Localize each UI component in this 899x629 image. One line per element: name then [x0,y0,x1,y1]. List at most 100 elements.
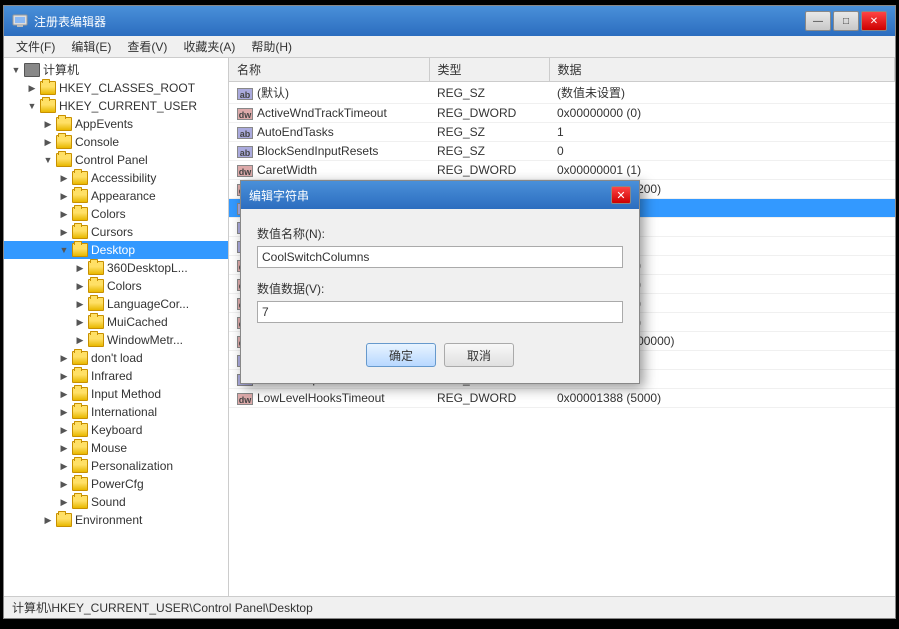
table-row[interactable]: dwCaretWidth REG_DWORD 0x00000001 (1) [229,161,895,180]
tree-item-dontload[interactable]: ▶ don't load [4,349,228,367]
menu-bar: 文件(F) 编辑(E) 查看(V) 收藏夹(A) 帮助(H) [4,36,895,58]
dialog-data-label: 数值数据(V): [257,280,623,297]
tree-label-dontload: don't load [91,351,143,365]
tree-label-mouse: Mouse [91,441,127,455]
tree-item-powercfg[interactable]: ▶ PowerCfg [4,475,228,493]
table-row[interactable]: abAutoEndTasks REG_SZ 1 [229,123,895,142]
folder-icon-colors2 [88,279,104,293]
table-row[interactable]: abBlockSendInputResets REG_SZ 0 [229,142,895,161]
tree-item-inputmethod[interactable]: ▶ Input Method [4,385,228,403]
tree-item-hkcu[interactable]: ▼ HKEY_CURRENT_USER [4,97,228,115]
folder-icon-dontload [72,351,88,365]
tree-toggle-windowmetr[interactable]: ▶ [72,332,88,348]
folder-icon-powercfg [72,477,88,491]
folder-icon-appevents [56,117,72,131]
table-row[interactable]: ab(默认) REG_SZ (数值未设置) [229,82,895,104]
tree-toggle-powercfg[interactable]: ▶ [56,476,72,492]
dialog-close-button[interactable]: ✕ [611,186,631,204]
tree-item-appevents[interactable]: ▶ AppEvents [4,115,228,133]
tree-item-computer[interactable]: ▼ 计算机 [4,60,228,79]
tree-toggle-infrared[interactable]: ▶ [56,368,72,384]
tree-toggle-muicached[interactable]: ▶ [72,314,88,330]
folder-icon-colors [72,207,88,221]
dialog-body: 数值名称(N): 数值数据(V): 确定 取消 [241,209,639,383]
app-icon [12,13,28,29]
tree-toggle-languagecor[interactable]: ▶ [72,296,88,312]
folder-icon-hkcr [40,81,56,95]
tree-toggle-mouse[interactable]: ▶ [56,440,72,456]
dialog-data-input[interactable] [257,301,623,323]
tree-toggle-hkcu[interactable]: ▼ [24,98,40,114]
tree-item-appearance[interactable]: ▶ Appearance [4,187,228,205]
tree-label-appearance: Appearance [91,189,156,203]
tree-item-controlpanel[interactable]: ▼ Control Panel [4,151,228,169]
tree-toggle-appevents[interactable]: ▶ [40,116,56,132]
tree-item-desktop[interactable]: ▼ Desktop [4,241,228,259]
folder-icon-console [56,135,72,149]
tree-item-sound[interactable]: ▶ Sound [4,493,228,511]
tree-label-powercfg: PowerCfg [91,477,144,491]
tree-item-console[interactable]: ▶ Console [4,133,228,151]
dialog-ok-button[interactable]: 确定 [366,343,436,367]
tree-toggle-360desktop[interactable]: ▶ [72,260,88,276]
menu-favorites[interactable]: 收藏夹(A) [175,36,243,57]
tree-item-cursors[interactable]: ▶ Cursors [4,223,228,241]
folder-icon-sound [72,495,88,509]
window-title: 注册表编辑器 [34,13,106,30]
table-row[interactable]: dwActiveWndTrackTimeout REG_DWORD 0x0000… [229,104,895,123]
tree-label-cursors: Cursors [91,225,133,239]
tree-toggle-colors2[interactable]: ▶ [72,278,88,294]
tree-toggle-sound[interactable]: ▶ [56,494,72,510]
close-button[interactable]: ✕ [861,11,887,31]
tree-toggle-controlpanel[interactable]: ▼ [40,152,56,168]
tree-item-international[interactable]: ▶ International [4,403,228,421]
tree-item-colors[interactable]: ▶ Colors [4,205,228,223]
tree-toggle-computer[interactable]: ▼ [8,62,24,78]
menu-edit[interactable]: 编辑(E) [63,36,119,57]
tree-label-computer: 计算机 [43,61,79,78]
menu-view[interactable]: 查看(V) [119,36,175,57]
tree-toggle-colors[interactable]: ▶ [56,206,72,222]
tree-toggle-inputmethod[interactable]: ▶ [56,386,72,402]
tree-item-personalization[interactable]: ▶ Personalization [4,457,228,475]
tree-label-colors: Colors [91,207,126,221]
menu-file[interactable]: 文件(F) [8,36,63,57]
tree-label-hkcr: HKEY_CLASSES_ROOT [59,81,195,95]
tree-label-windowmetr: WindowMetr... [107,333,183,347]
tree-item-hkcr[interactable]: ▶ HKEY_CLASSES_ROOT [4,79,228,97]
maximize-button[interactable]: □ [833,11,859,31]
tree-toggle-environment[interactable]: ▶ [40,512,56,528]
tree-toggle-dontload[interactable]: ▶ [56,350,72,366]
tree-toggle-international[interactable]: ▶ [56,404,72,420]
tree-item-infrared[interactable]: ▶ Infrared [4,367,228,385]
folder-icon-mouse [72,441,88,455]
tree-item-colors2[interactable]: ▶ Colors [4,277,228,295]
tree-label-international: International [91,405,157,419]
dialog-name-label: 数值名称(N): [257,225,623,242]
tree-toggle-desktop[interactable]: ▼ [56,242,72,258]
menu-help[interactable]: 帮助(H) [243,36,300,57]
tree-item-environment[interactable]: ▶ Environment [4,511,228,529]
tree-item-muicached[interactable]: ▶ MuiCached [4,313,228,331]
dialog-name-input[interactable] [257,246,623,268]
tree-item-accessibility[interactable]: ▶ Accessibility [4,169,228,187]
tree-item-mouse[interactable]: ▶ Mouse [4,439,228,457]
tree-item-360desktop[interactable]: ▶ 360DesktopL... [4,259,228,277]
tree-toggle-hkcr[interactable]: ▶ [24,80,40,96]
table-row[interactable]: dwLowLevelHooksTimeout REG_DWORD 0x00001… [229,389,895,408]
tree-toggle-personalization[interactable]: ▶ [56,458,72,474]
tree-item-languagecor[interactable]: ▶ LanguageCor... [4,295,228,313]
tree-pane[interactable]: ▼ 计算机 ▶ HKEY_CLASSES_ROOT ▼ HKEY_CURRENT… [4,58,229,596]
computer-icon [24,63,40,77]
folder-icon-keyboard [72,423,88,437]
tree-item-keyboard[interactable]: ▶ Keyboard [4,421,228,439]
minimize-button[interactable]: — [805,11,831,31]
dialog-cancel-button[interactable]: 取消 [444,343,514,367]
tree-item-windowmetr[interactable]: ▶ WindowMetr... [4,331,228,349]
tree-toggle-accessibility[interactable]: ▶ [56,170,72,186]
tree-toggle-keyboard[interactable]: ▶ [56,422,72,438]
dialog-title-bar: 编辑字符串 ✕ [241,181,639,209]
tree-toggle-console[interactable]: ▶ [40,134,56,150]
tree-toggle-cursors[interactable]: ▶ [56,224,72,240]
tree-toggle-appearance[interactable]: ▶ [56,188,72,204]
